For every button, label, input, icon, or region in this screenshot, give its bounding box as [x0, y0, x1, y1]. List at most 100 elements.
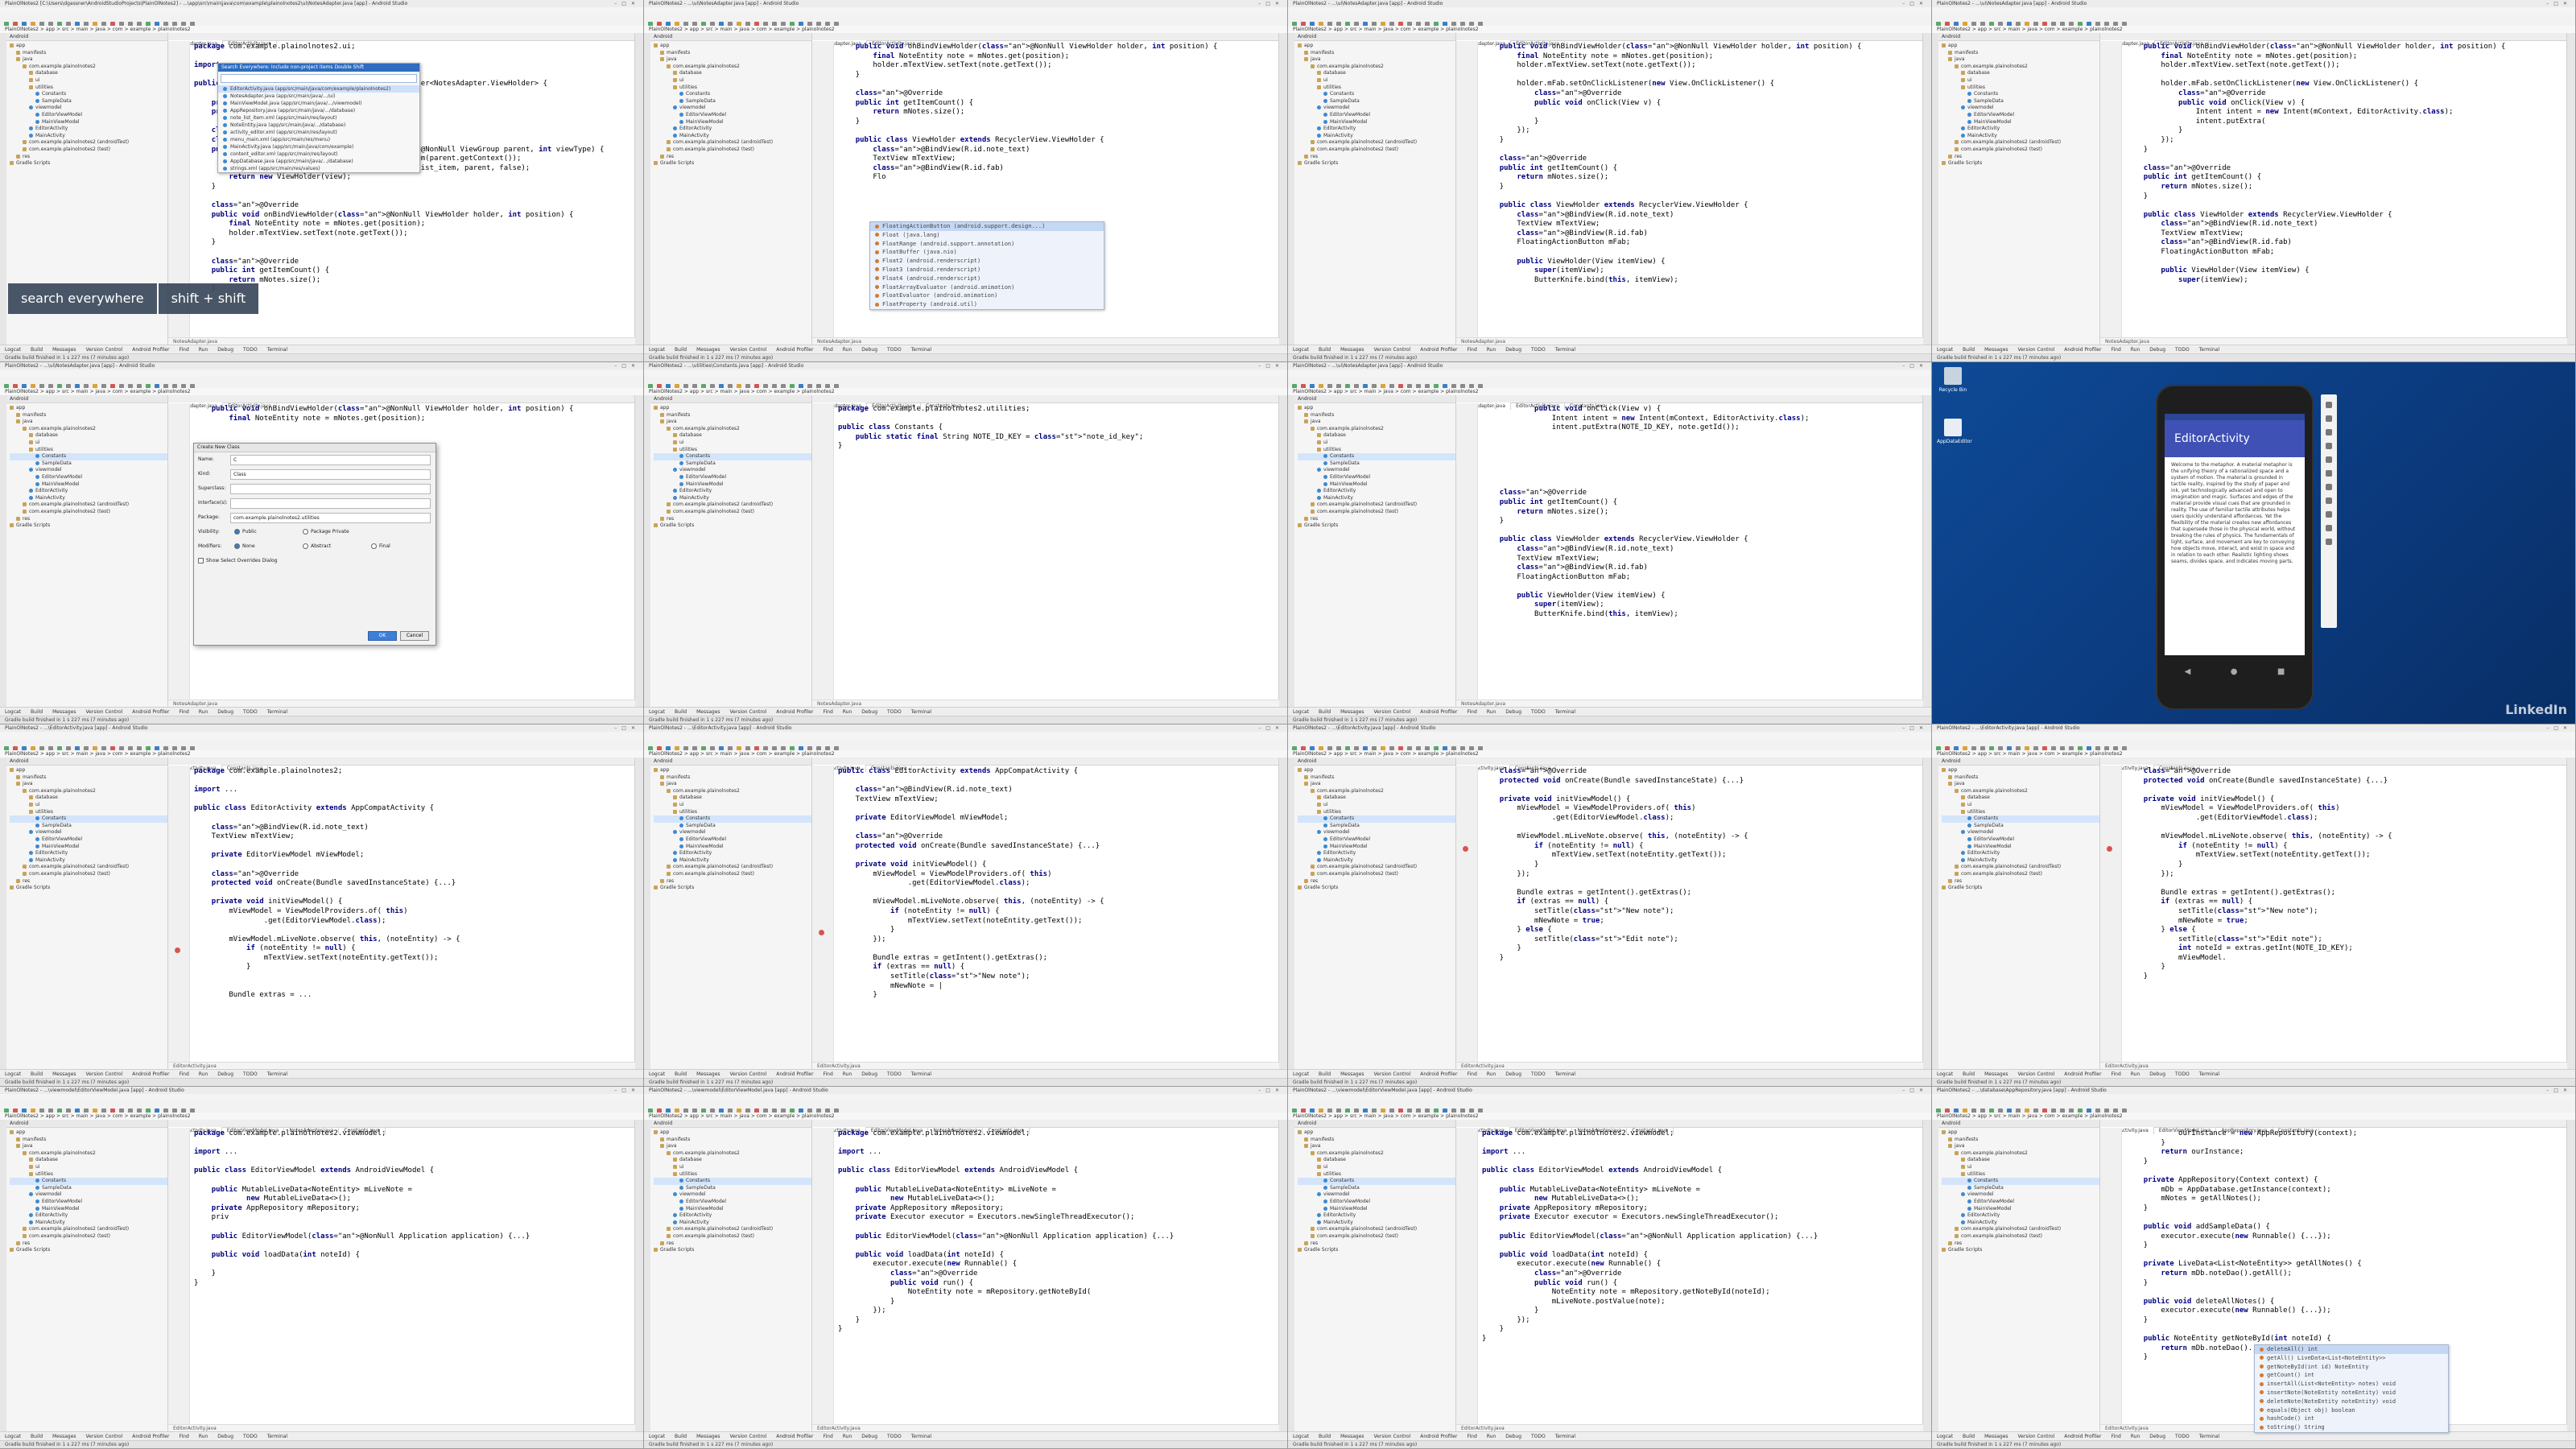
tree-item[interactable]: res [1298, 154, 1455, 161]
bottom-tool-button[interactable]: Build [675, 709, 687, 715]
bottom-tool-button[interactable]: Debug [2149, 1071, 2165, 1077]
tree-item[interactable]: res [10, 516, 167, 523]
tree-item[interactable]: java [10, 781, 167, 788]
bottom-tool-button[interactable]: Android Profiler [1420, 1434, 1457, 1439]
tree-item[interactable]: EditorActivity [10, 1212, 167, 1220]
tree-item[interactable]: database [1298, 432, 1455, 440]
project-view-selector[interactable]: Android [6, 33, 167, 41]
tree-item[interactable]: Constants [654, 91, 811, 98]
tool-window-strip-right[interactable] [2566, 1120, 2575, 1432]
bottom-tool-button[interactable]: Messages [52, 347, 76, 353]
tree-item[interactable]: java [1298, 1143, 1455, 1150]
tree-item[interactable]: com.example.plainolnotes2 (androidTest) [654, 139, 811, 147]
tree-item[interactable]: res [654, 1241, 811, 1248]
tree-item[interactable]: app [654, 767, 811, 774]
tree-item[interactable]: MainActivity [1942, 857, 2099, 865]
bottom-tool-button[interactable]: Build [675, 1434, 687, 1439]
tree-item[interactable]: EditorViewModel [654, 836, 811, 844]
bottom-tool-button[interactable]: Debug [1505, 1434, 1521, 1439]
tree-item[interactable]: Gradle Scripts [1298, 1247, 1455, 1254]
bottom-tool-button[interactable]: Build [1319, 347, 1331, 353]
radio-option[interactable]: Final [371, 543, 390, 549]
completion-item[interactable]: insertAll(List<NoteEntity> notes) void [2255, 1380, 2448, 1389]
bottom-tool-button[interactable]: Logcat [1293, 1071, 1309, 1077]
bottom-tool-button[interactable]: TODO [243, 709, 258, 715]
bottom-tool-button[interactable]: TODO [887, 1071, 902, 1077]
completion-item[interactable]: FloatEvaluator (android.animation) [870, 291, 1104, 300]
search-result[interactable]: menu_main.xml (app/src/main/res/menu) [218, 136, 419, 143]
tree-item[interactable]: com.example.plainolnotes2 [654, 788, 811, 795]
bottom-tool-button[interactable]: Messages [1984, 1434, 2008, 1439]
bottom-tool-button[interactable]: TODO [887, 1434, 902, 1439]
tree-item[interactable]: EditorViewModel [654, 474, 811, 481]
bottom-tool-button[interactable]: Find [179, 709, 188, 715]
tree-item[interactable]: Constants [1942, 91, 2099, 98]
tree-item[interactable]: utilities [1942, 85, 2099, 92]
tree-item[interactable]: com.example.plainolnotes2 (androidTest) [1298, 864, 1455, 871]
bottom-tool-button[interactable]: Messages [696, 347, 720, 353]
project-view-selector[interactable]: Android [1294, 395, 1455, 403]
tree-item[interactable]: com.example.plainolnotes2 [1298, 426, 1455, 433]
bottom-tool-button[interactable]: Run [199, 709, 208, 715]
tree-item[interactable]: res [1298, 1241, 1455, 1248]
tree-item[interactable]: database [654, 1157, 811, 1164]
recents-icon[interactable]: ■ [2277, 667, 2285, 676]
tool-window-strip-right[interactable] [1278, 758, 1287, 1070]
tree-item[interactable]: java [1298, 781, 1455, 788]
tree-item[interactable]: res [10, 878, 167, 886]
tree-item[interactable]: MainActivity [654, 495, 811, 502]
bottom-tool-button[interactable]: Debug [1505, 709, 1521, 715]
tree-item[interactable]: com.example.plainolnotes2 (test) [10, 1233, 167, 1241]
tree-item[interactable]: EditorViewModel [1298, 474, 1455, 481]
bottom-tool-button[interactable]: Run [199, 1434, 208, 1439]
tree-item[interactable]: MainViewModel [654, 119, 811, 126]
tree-item[interactable]: database [10, 432, 167, 440]
tree-item[interactable]: com.example.plainolnotes2 (androidTest) [10, 139, 167, 147]
tree-item[interactable]: EditorActivity [1298, 488, 1455, 495]
bottom-tool-button[interactable]: TODO [2175, 1071, 2190, 1077]
tree-item[interactable]: res [10, 154, 167, 161]
tree-item[interactable]: manifests [654, 412, 811, 419]
tree-item[interactable]: viewmodel [654, 829, 811, 836]
bottom-tool-button[interactable]: Run [2131, 1071, 2140, 1077]
breakpoint-icon[interactable] [175, 947, 180, 953]
tree-item[interactable]: database [1298, 1157, 1455, 1164]
tree-item[interactable]: EditorViewModel [10, 112, 167, 119]
tree-item[interactable]: EditorActivity [654, 126, 811, 133]
bottom-tool-button[interactable]: Version Control [730, 1434, 767, 1439]
bottom-tool-button[interactable]: Version Control [730, 1071, 767, 1077]
bottom-tool-button[interactable]: Logcat [1293, 709, 1309, 715]
radio-option[interactable]: Public [234, 529, 257, 535]
tree-item[interactable]: database [10, 795, 167, 802]
bottom-tool-button[interactable]: Messages [1984, 347, 2008, 353]
bottom-tool-button[interactable]: Run [843, 1071, 852, 1077]
bottom-tool-button[interactable]: Build [1319, 709, 1331, 715]
bottom-tool-button[interactable]: Build [31, 709, 43, 715]
tool-window-strip-right[interactable] [1278, 1120, 1287, 1432]
completion-item[interactable]: getNoteById(int id) NoteEntity [2255, 1363, 2448, 1372]
radio-option[interactable]: None [234, 543, 255, 549]
tree-item[interactable]: utilities [1298, 447, 1455, 454]
project-view-selector[interactable]: Android [650, 33, 811, 41]
tree-item[interactable]: viewmodel [10, 467, 167, 474]
tree-item[interactable]: Constants [1298, 1178, 1455, 1185]
bottom-tool-button[interactable]: Version Control [86, 1071, 123, 1077]
completion-item[interactable]: Float (java.lang) [870, 231, 1104, 240]
bottom-tool-button[interactable]: Messages [696, 709, 720, 715]
tree-item[interactable]: com.example.plainolnotes2 [10, 426, 167, 433]
bottom-tool-button[interactable]: Build [31, 347, 43, 353]
bottom-tool-button[interactable]: Debug [861, 1071, 877, 1077]
tree-item[interactable]: app [10, 767, 167, 774]
bottom-tool-button[interactable]: Run [199, 1071, 208, 1077]
tree-item[interactable]: database [654, 70, 811, 77]
volume-down-icon[interactable] [2326, 429, 2332, 436]
tree-item[interactable]: ui [1942, 802, 2099, 809]
tree-item[interactable]: app [1942, 767, 2099, 774]
bottom-tool-button[interactable]: Terminal [1555, 1071, 1575, 1077]
rotate-left-icon[interactable] [2326, 443, 2332, 449]
completion-item[interactable]: FloatBuffer (java.nio) [870, 248, 1104, 257]
tree-item[interactable]: SampleData [1942, 823, 2099, 830]
completion-item[interactable]: deleteNote(NoteEntity noteEntity) void [2255, 1397, 2448, 1406]
bottom-tool-button[interactable]: TODO [243, 1071, 258, 1077]
bottom-tool-button[interactable]: Logcat [649, 1071, 665, 1077]
